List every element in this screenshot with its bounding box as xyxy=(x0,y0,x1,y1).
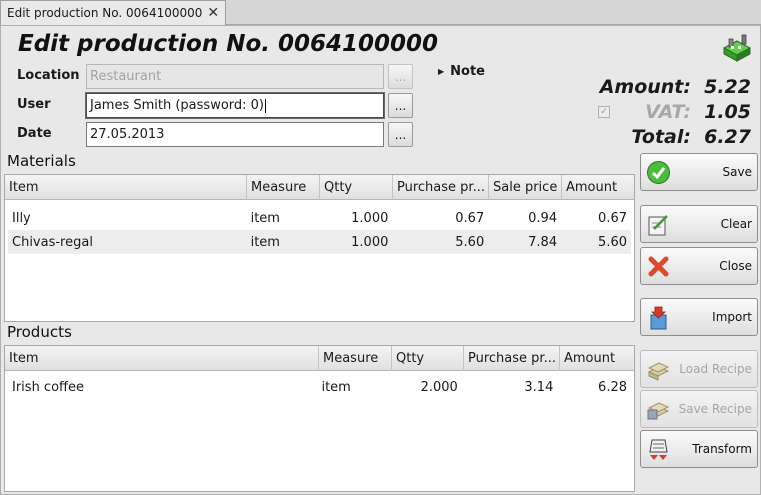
column-header[interactable]: Qtty xyxy=(392,346,464,371)
column-header[interactable]: Purchase pr... xyxy=(393,175,489,200)
date-label: Date xyxy=(17,126,52,141)
column-header[interactable]: Qtty xyxy=(320,175,393,200)
save-recipe-button-label: Save Recipe xyxy=(678,402,752,416)
table-row[interactable]: Illy item 1.000 0.67 0.94 0.67 xyxy=(8,206,631,230)
cell-qtty: 2.000 xyxy=(420,379,458,395)
materials-table: Item Measure Qtty Purchase pr... Sale pr… xyxy=(4,174,635,322)
transform-icon xyxy=(649,439,668,460)
products-table: Item Measure Qtty Purchase pr... Amount … xyxy=(4,345,635,492)
table-row[interactable]: Irish coffee item 2.000 3.14 6.28 xyxy=(8,375,631,399)
clear-button[interactable]: Clear xyxy=(640,205,758,243)
cell-sale-price: 0.94 xyxy=(528,210,558,226)
cell-amount: 0.67 xyxy=(598,210,627,226)
transform-button[interactable]: Transform xyxy=(640,430,758,468)
cell-purchase-price: 3.14 xyxy=(524,379,554,395)
user-label: User xyxy=(17,97,51,112)
import-button-label: Import xyxy=(712,310,752,324)
cell-purchase-price: 5.60 xyxy=(455,234,485,250)
cell-item: Illy xyxy=(12,210,31,226)
column-header[interactable]: Purchase pr... xyxy=(464,346,560,371)
location-field[interactable]: Restaurant xyxy=(86,64,384,89)
cell-purchase-price: 0.67 xyxy=(455,210,485,226)
factory-icon xyxy=(722,34,752,62)
column-header[interactable]: Amount xyxy=(562,175,634,200)
text-caret xyxy=(265,98,267,113)
close-icon[interactable]: ✕ xyxy=(207,5,219,21)
column-header[interactable]: Sale price xyxy=(489,175,562,200)
recipe-book-icon xyxy=(647,362,670,381)
total-value: 6.27 xyxy=(704,126,751,148)
cell-qtty: 1.000 xyxy=(351,234,389,250)
close-button-label: Close xyxy=(719,259,752,273)
cell-measure: item xyxy=(321,379,351,395)
tab-edit-production[interactable]: Edit production No. 0064100000 ✕ xyxy=(0,0,227,25)
tab-label: Edit production No. 0064100000 xyxy=(7,6,203,20)
amount-value: 5.22 xyxy=(704,76,751,98)
column-header[interactable]: Amount xyxy=(560,346,634,371)
cell-measure: item xyxy=(250,234,280,250)
total-row: Total: 6.27 xyxy=(631,126,751,148)
close-x-icon xyxy=(648,256,669,277)
location-label: Location xyxy=(17,68,80,83)
cell-item: Chivas-regal xyxy=(12,234,93,250)
load-recipe-button-label: Load Recipe xyxy=(679,362,752,376)
location-value: Restaurant xyxy=(90,69,162,84)
save-button-label: Save xyxy=(722,165,752,179)
materials-header: Item Measure Qtty Purchase pr... Sale pr… xyxy=(5,175,634,200)
date-picker-button[interactable]: ... xyxy=(388,122,413,147)
table-row[interactable]: Chivas-regal item 1.000 5.60 7.84 5.60 xyxy=(8,230,631,254)
amount-row: Amount: 5.22 xyxy=(600,76,751,98)
load-recipe-button[interactable]: Load Recipe xyxy=(640,350,758,388)
import-icon xyxy=(650,306,667,330)
clear-button-label: Clear xyxy=(720,217,752,231)
cell-amount: 6.28 xyxy=(598,379,627,395)
transform-button-label: Transform xyxy=(692,442,752,456)
cell-qtty: 1.000 xyxy=(351,210,389,226)
vat-label: VAT: xyxy=(645,101,691,123)
date-value: 27.05.2013 xyxy=(90,127,165,142)
cell-measure: item xyxy=(250,210,280,226)
note-label: Note xyxy=(450,64,485,79)
checkmark-icon xyxy=(647,161,670,184)
page-title: Edit production No. 0064100000 xyxy=(18,31,439,57)
cell-item: Irish coffee xyxy=(12,379,84,395)
total-label: Total: xyxy=(631,126,691,148)
cell-sale-price: 7.84 xyxy=(528,234,558,250)
tab-bar: Edit production No. 0064100000 ✕ xyxy=(0,0,761,25)
user-picker-button[interactable]: ... xyxy=(388,93,413,118)
materials-title: Materials xyxy=(7,152,76,170)
close-button[interactable]: Close xyxy=(640,247,758,285)
save-button[interactable]: Save xyxy=(640,153,758,191)
save-recipe-button[interactable]: Save Recipe xyxy=(640,390,758,428)
expander-arrow-icon: ▶ xyxy=(438,67,445,76)
cell-amount: 5.60 xyxy=(598,234,627,250)
user-field[interactable]: James Smith (password: 0) xyxy=(85,92,385,119)
recipe-save-icon xyxy=(647,402,670,420)
column-header[interactable]: Item xyxy=(5,175,247,200)
amount-label: Amount: xyxy=(599,76,691,98)
column-header[interactable]: Measure xyxy=(319,346,392,371)
vat-value: 1.05 xyxy=(704,101,751,123)
import-button[interactable]: Import xyxy=(640,298,758,336)
products-title: Products xyxy=(7,323,72,341)
edit-document-icon xyxy=(648,215,668,236)
user-value: James Smith (password: 0) xyxy=(90,98,265,113)
vat-checkbox[interactable]: ✓ xyxy=(598,106,610,118)
column-header[interactable]: Item xyxy=(5,346,319,371)
vat-row: VAT: 1.05 xyxy=(645,101,751,123)
location-picker-button[interactable]: ... xyxy=(388,64,413,89)
column-header[interactable]: Measure xyxy=(247,175,320,200)
note-expander[interactable]: ▶ Note xyxy=(438,64,485,79)
products-header: Item Measure Qtty Purchase pr... Amount xyxy=(5,346,634,371)
date-field[interactable]: 27.05.2013 xyxy=(86,122,384,147)
